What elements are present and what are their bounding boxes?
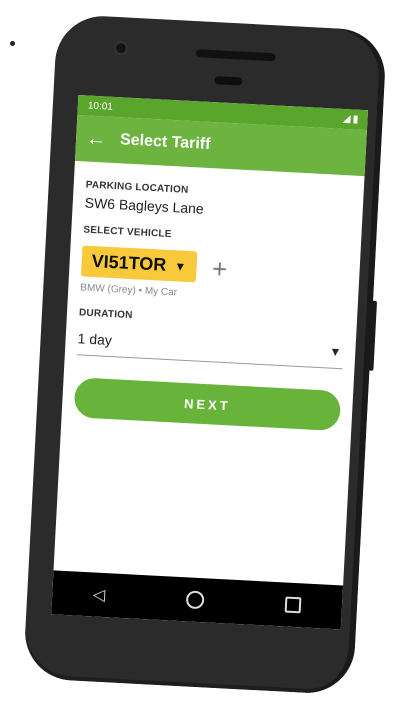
page-title: Select Tariff xyxy=(119,131,211,153)
status-icons xyxy=(342,114,358,124)
stage: 10:01 ← Select Tariff PARKING LOCATION S… xyxy=(0,0,405,709)
phone-frame: 10:01 ← Select Tariff PARKING LOCATION S… xyxy=(22,13,388,696)
vehicle-plate-dropdown[interactable]: VI51TOR ▼ xyxy=(80,245,197,283)
battery-icon xyxy=(353,115,358,124)
status-time: 10:01 xyxy=(87,100,114,113)
proximity-sensor xyxy=(214,76,243,86)
earpiece-speaker xyxy=(195,49,276,62)
duration-select[interactable]: 1 day ▼ xyxy=(76,326,344,370)
front-camera xyxy=(115,42,127,54)
select-vehicle-label: SELECT VEHICLE xyxy=(83,224,172,241)
triangle-back-icon[interactable]: ◁ xyxy=(92,584,105,605)
duration-value: 1 day xyxy=(77,330,113,349)
dropdown-arrow-icon: ▼ xyxy=(329,344,342,360)
square-recent-icon[interactable] xyxy=(284,596,302,614)
plus-icon[interactable]: + xyxy=(211,253,228,284)
decorative-dot xyxy=(10,41,15,46)
power-button xyxy=(368,300,378,371)
system-nav-bar: ◁ xyxy=(51,570,344,630)
caret-down-icon: ▼ xyxy=(173,258,187,274)
form-content: PARKING LOCATION SW6 Bagleys Lane SELECT… xyxy=(61,161,365,442)
phone-screen: 10:01 ← Select Tariff PARKING LOCATION S… xyxy=(51,95,369,630)
next-button[interactable]: NEXT xyxy=(73,377,342,432)
arrow-left-icon[interactable]: ← xyxy=(86,127,107,150)
circle-home-icon[interactable] xyxy=(185,590,205,610)
signal-icon xyxy=(342,114,351,124)
vehicle-plate-text: VI51TOR xyxy=(91,250,167,275)
